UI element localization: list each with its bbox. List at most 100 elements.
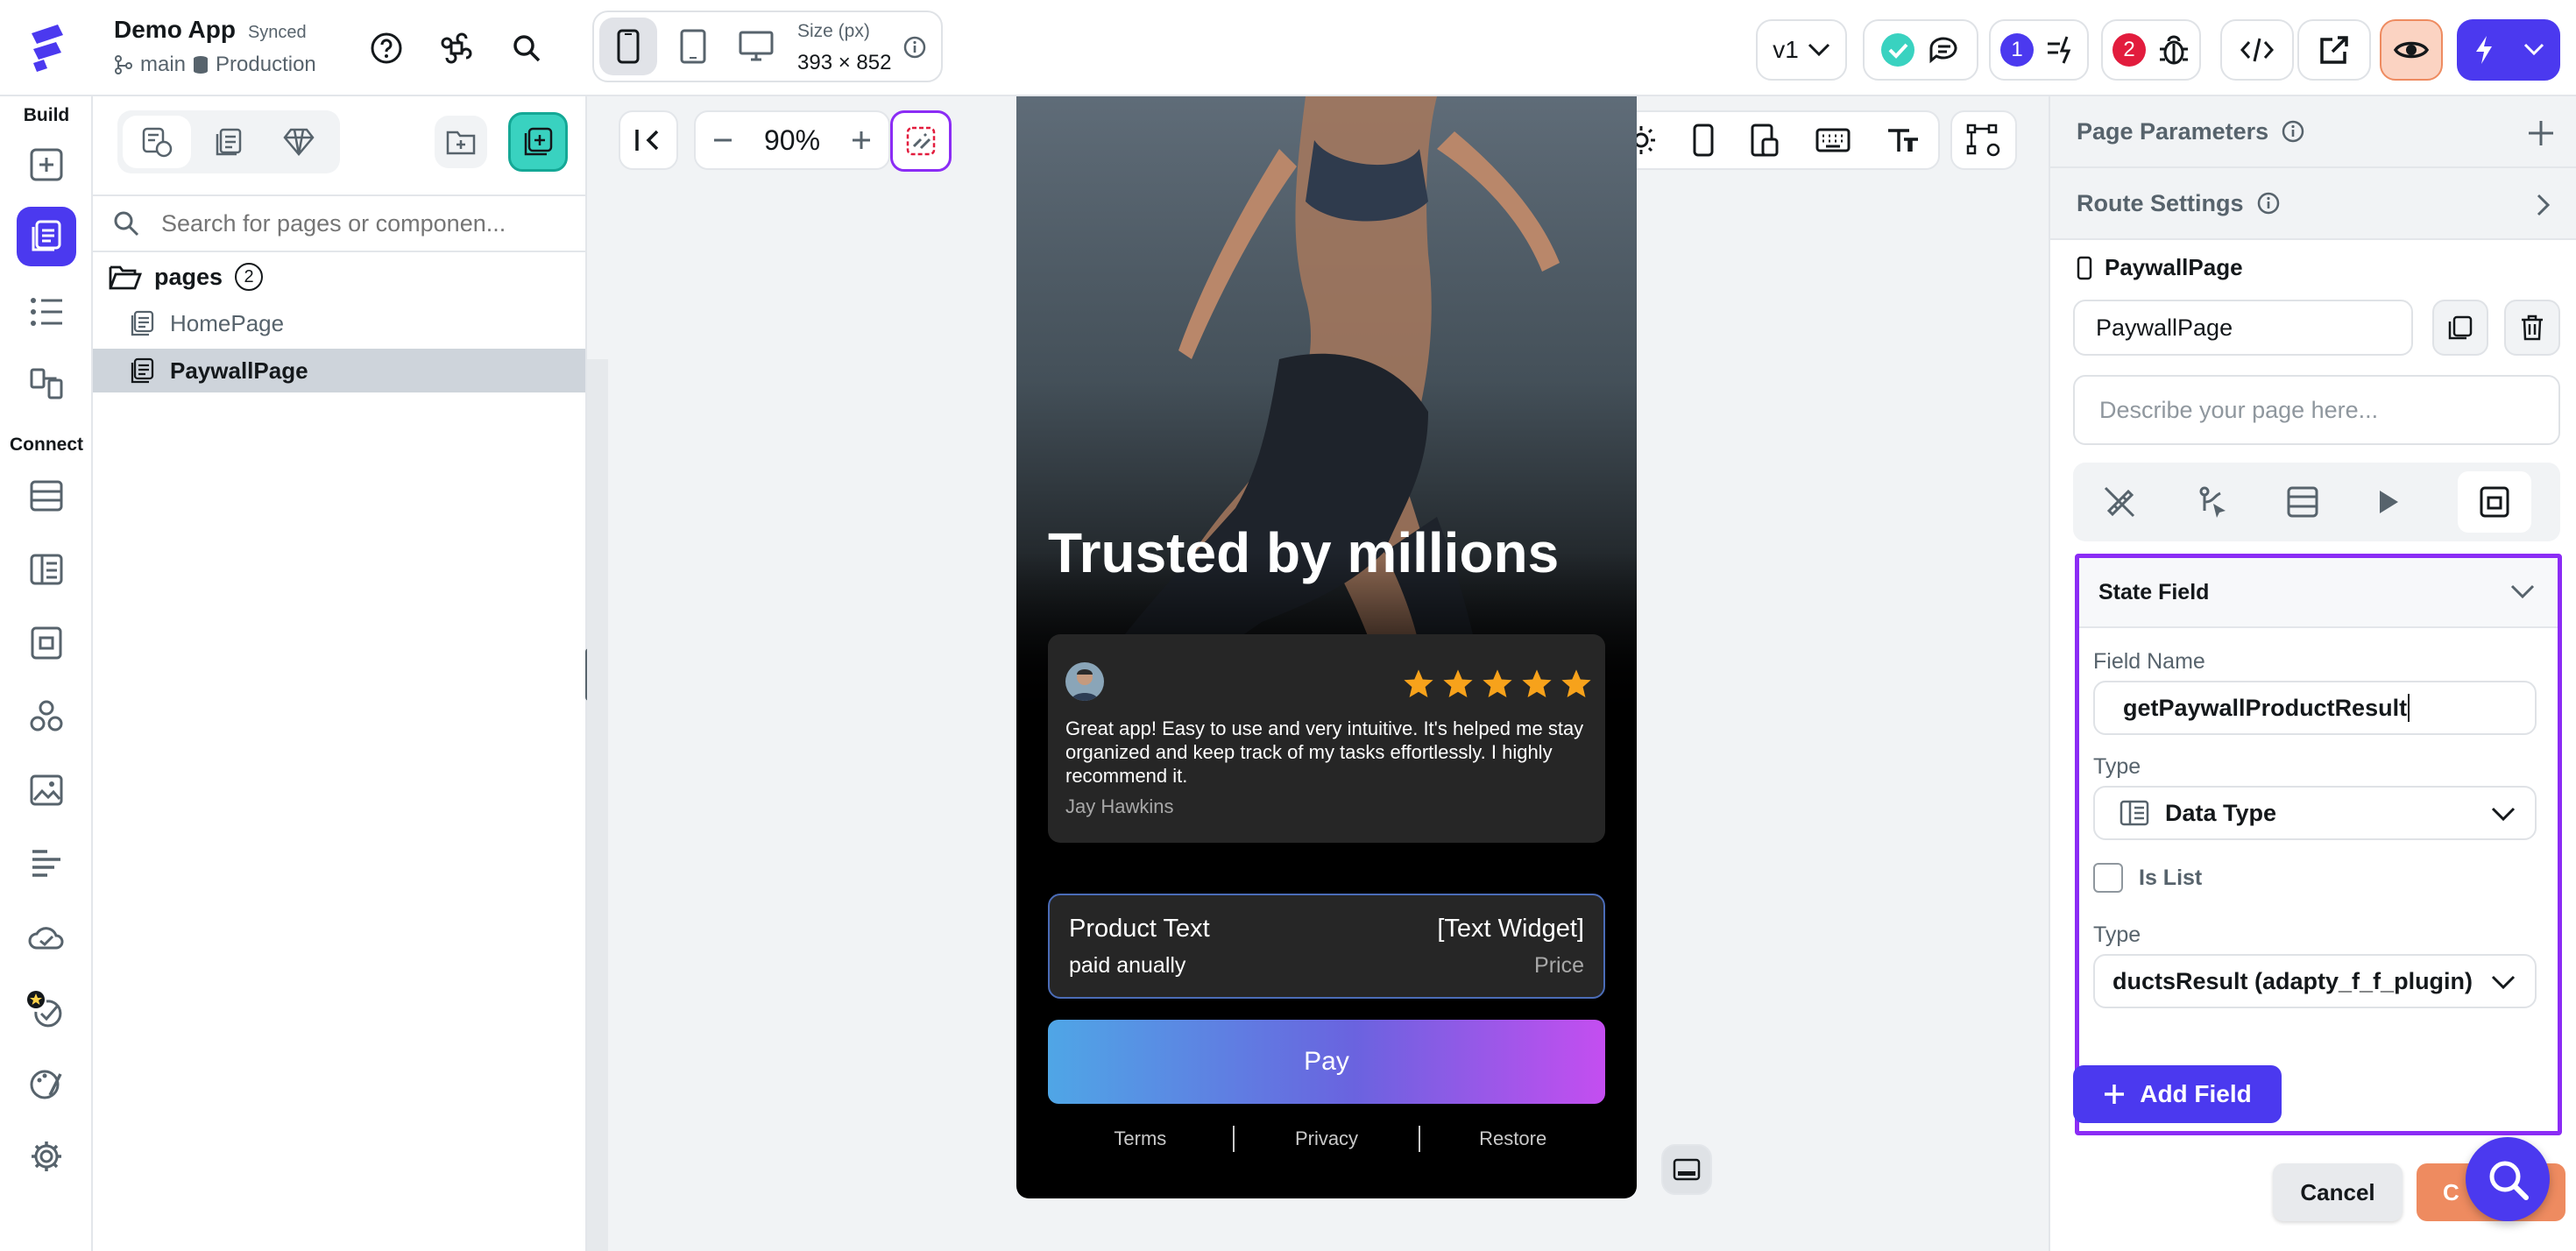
branch-info[interactable]: main Production [114, 53, 316, 77]
size-label: Size (px) [797, 21, 870, 41]
version-dropdown[interactable]: v1 [1756, 19, 1847, 81]
zoom-in-icon[interactable] [850, 129, 873, 152]
struct-type-dropdown[interactable]: ductsResult (adapty_f_f_plugin) [2093, 954, 2537, 1008]
cloud-functions-icon[interactable] [17, 908, 76, 967]
cancel-button[interactable]: Cancel [2273, 1163, 2403, 1221]
page-item-paywallpage[interactable]: PaywallPage [93, 349, 585, 392]
pages-folder[interactable]: pages 2 [109, 263, 264, 291]
eye-icon [2394, 38, 2429, 62]
components-tab-icon[interactable] [195, 116, 263, 168]
page-name-input[interactable]: PaywallPage [2073, 300, 2413, 356]
page-item-homepage[interactable]: HomePage [93, 301, 585, 345]
size-value: 393 × 852 [797, 51, 892, 74]
pages-icon[interactable] [17, 207, 76, 266]
media-assets-icon[interactable] [17, 760, 76, 820]
layout-settings-icon[interactable] [1950, 110, 2017, 170]
phone-frame-icon[interactable] [1693, 124, 1714, 157]
is-list-checkbox[interactable] [2093, 863, 2123, 893]
state-management-icon[interactable] [2458, 471, 2532, 533]
preview-button[interactable] [2380, 19, 2443, 81]
add-folder-icon[interactable] [435, 116, 487, 168]
add-field-button[interactable]: Add Field [2073, 1065, 2282, 1123]
folder-count-badge: 2 [235, 263, 264, 291]
page-description-input[interactable]: Describe your page here... [2073, 375, 2560, 445]
bugs-button[interactable]: 2 [2101, 19, 2201, 81]
keyboard-icon[interactable] [1815, 128, 1851, 152]
headline-text: Trusted by millions [1048, 521, 1560, 584]
collapse-panel-icon[interactable] [619, 110, 678, 170]
search-icon[interactable] [505, 26, 548, 70]
add-widget-icon[interactable] [17, 135, 76, 194]
is-list-checkbox-row[interactable]: Is List [2093, 863, 2202, 893]
flutterflow-logo-icon[interactable] [23, 21, 72, 74]
desktop-device-icon[interactable] [727, 18, 785, 75]
duplicate-page-icon[interactable] [2432, 300, 2488, 356]
open-external-button[interactable] [2297, 19, 2371, 81]
route-settings-header[interactable]: Route Settings [2050, 168, 2576, 240]
actions-flow-icon[interactable] [2194, 484, 2229, 519]
page-search-input[interactable] [161, 209, 564, 237]
data-types-icon[interactable] [17, 540, 76, 599]
connect-section-label: Connect [10, 435, 83, 455]
run-button[interactable] [2457, 19, 2560, 81]
type-dropdown[interactable]: Data Type [2093, 786, 2537, 840]
product-option[interactable]: Product Text paid anually [Text Widget] … [1048, 894, 1605, 999]
version-label: v1 [1773, 36, 1799, 63]
restore-link[interactable]: Restore [1420, 1127, 1605, 1150]
star-icon [1404, 669, 1433, 698]
tablet-device-icon[interactable] [664, 18, 722, 75]
tests-icon[interactable] [17, 979, 76, 1039]
app-state-icon[interactable] [17, 613, 76, 673]
product-subtitle: paid anually [1069, 953, 1186, 978]
info-icon[interactable] [902, 35, 927, 60]
custom-code-icon[interactable] [17, 687, 76, 746]
collapse-chevron-icon[interactable] [2510, 584, 2535, 600]
review-text: Great app! Easy to use and very intuitiv… [1065, 717, 1584, 787]
support-chat-button[interactable] [2466, 1137, 2550, 1221]
command-icon[interactable] [435, 26, 478, 70]
bottom-panel-toggle-icon[interactable] [1661, 1144, 1712, 1195]
widget-tree-icon[interactable] [17, 282, 76, 342]
responsive-icon[interactable] [1751, 124, 1779, 157]
canvas-options-toolbar [1605, 110, 1940, 170]
firestore-icon[interactable] [17, 466, 76, 526]
terms-link[interactable]: Terms [1048, 1127, 1233, 1150]
page-search-bar[interactable] [93, 194, 585, 252]
app-title-group[interactable]: Demo App Synced [114, 16, 307, 44]
product-price: Price [1534, 953, 1584, 978]
external-link-icon [2318, 34, 2350, 66]
localization-icon[interactable] [17, 834, 76, 894]
ai-gen-icon[interactable] [890, 110, 952, 172]
chevron-right-icon[interactable] [2536, 193, 2551, 217]
storyboard-icon[interactable] [17, 354, 76, 413]
app-name: Demo App [114, 16, 236, 43]
backend-query-icon[interactable] [2286, 485, 2319, 519]
reviewer-avatar [1065, 662, 1104, 701]
page-parameters-info-icon[interactable] [2281, 119, 2305, 144]
pay-button[interactable]: Pay [1048, 1020, 1605, 1104]
state-field-header[interactable]: State Field [2079, 558, 2558, 628]
help-icon[interactable] [364, 26, 408, 70]
page-item-label-selected: PaywallPage [170, 357, 308, 384]
text-scale-icon[interactable] [1886, 127, 1920, 153]
privacy-link[interactable]: Privacy [1235, 1127, 1419, 1150]
route-settings-info-icon[interactable] [2256, 191, 2281, 216]
add-parameter-icon[interactable] [2527, 119, 2555, 147]
status-and-comments[interactable] [1863, 19, 1978, 81]
pages-tab-icon[interactable] [123, 116, 191, 168]
settings-gear-icon[interactable] [17, 1127, 76, 1186]
code-view-button[interactable] [2220, 19, 2294, 81]
zoom-out-icon[interactable] [711, 129, 734, 152]
theme-settings-icon[interactable] [17, 1055, 76, 1114]
no-design-icon[interactable] [2102, 484, 2137, 519]
add-page-icon[interactable] [508, 112, 568, 172]
chevron-down-icon [1808, 43, 1830, 57]
phone-device-icon[interactable] [599, 18, 657, 75]
notifications-button[interactable]: 1 [1989, 19, 2089, 81]
type-value: Data Type [2165, 799, 2277, 826]
delete-page-icon[interactable] [2504, 300, 2560, 356]
field-name-input[interactable]: getPaywallProductResult [2093, 681, 2537, 735]
library-tab-icon[interactable] [265, 116, 333, 168]
page-parameters-header[interactable]: Page Parameters [2050, 96, 2576, 168]
play-icon[interactable] [2376, 488, 2401, 516]
